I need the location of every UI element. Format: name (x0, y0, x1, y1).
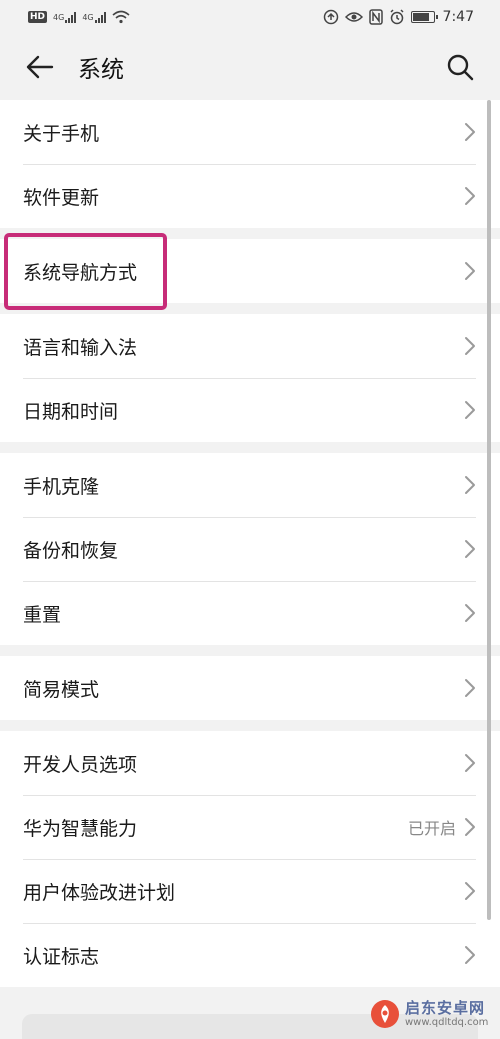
settings-item[interactable]: 华为智慧能力 已开启 (0, 795, 500, 859)
network-label-1: 4G (53, 12, 65, 22)
settings-item-label: 华为智慧能力 (23, 817, 138, 840)
data-saver-icon (323, 9, 339, 25)
watermark-name: 启东安卓网 (405, 999, 486, 1018)
signal-icon-1: 4G (53, 11, 77, 23)
settings-item[interactable]: 语言和输入法 (0, 314, 500, 378)
settings-item[interactable]: 软件更新 (0, 164, 500, 228)
settings-group: 开发人员选项 华为智慧能力 已开启用户体验改进计划 认证标志 (0, 731, 500, 987)
settings-item-value: 已开启 (407, 819, 456, 838)
settings-item[interactable]: 开发人员选项 (0, 731, 500, 795)
eye-comfort-icon (344, 10, 363, 24)
settings-group: 系统导航方式 (0, 239, 500, 303)
group-divider (0, 303, 500, 314)
app-bar: 系统 (0, 34, 500, 100)
wifi-icon (112, 10, 130, 24)
battery-icon (410, 11, 438, 23)
settings-item-label: 日期和时间 (23, 400, 119, 423)
settings-item-label: 认证标志 (23, 945, 100, 968)
group-divider (0, 228, 500, 239)
settings-group: 关于手机 软件更新 (0, 100, 500, 228)
back-button[interactable] (20, 47, 60, 87)
chevron-right-icon (464, 261, 476, 281)
chevron-right-icon (464, 678, 476, 698)
settings-item-label: 用户体验改进计划 (23, 881, 176, 904)
search-icon (447, 54, 474, 81)
network-label-2: 4G (82, 12, 94, 22)
chevron-right-icon (464, 475, 476, 495)
status-bar: HD 4G 4G 7:47 (0, 0, 500, 34)
group-divider (0, 442, 500, 453)
group-divider (0, 645, 500, 656)
watermark-logo-icon (371, 1000, 399, 1028)
alarm-icon (389, 9, 405, 25)
chevron-right-icon (464, 753, 476, 773)
settings-item-label: 简易模式 (23, 678, 100, 701)
settings-item-label: 关于手机 (23, 122, 100, 145)
nfc-icon (368, 9, 383, 25)
settings-group: 简易模式 (0, 656, 500, 720)
settings-group: 语言和输入法 日期和时间 (0, 314, 500, 442)
settings-item[interactable]: 手机克隆 (0, 453, 500, 517)
signal-icon-2: 4G (82, 11, 106, 23)
scrollbar[interactable] (487, 100, 491, 920)
chevron-right-icon (464, 336, 476, 356)
settings-list: 关于手机 软件更新 系统导航方式 语言和输入法 日期和时间 手机克隆 备份和恢复 重置 简易模式… (0, 100, 500, 987)
chevron-right-icon (464, 122, 476, 142)
settings-item-label: 开发人员选项 (23, 753, 138, 776)
chevron-right-icon (464, 539, 476, 559)
search-button[interactable] (440, 47, 480, 87)
settings-item[interactable]: 系统导航方式 (0, 239, 500, 303)
chevron-right-icon (464, 603, 476, 623)
chevron-right-icon (464, 400, 476, 420)
page-title: 系统 (78, 57, 124, 83)
arrow-left-icon (26, 55, 54, 79)
hd-badge: HD (28, 11, 48, 23)
settings-item-label: 软件更新 (23, 186, 100, 209)
status-right: 7:47 (323, 9, 474, 25)
settings-item[interactable]: 关于手机 (0, 100, 500, 164)
chevron-right-icon (464, 945, 476, 965)
group-divider (0, 720, 500, 731)
settings-item-label: 语言和输入法 (23, 336, 138, 359)
status-time: 7:47 (442, 9, 474, 25)
watermark-url: www.qdltdq.com (405, 1016, 489, 1028)
settings-item[interactable]: 认证标志 (0, 923, 500, 987)
settings-item-label: 备份和恢复 (23, 539, 119, 562)
settings-item-label: 系统导航方式 (23, 261, 138, 284)
settings-item-label: 手机克隆 (23, 475, 100, 498)
settings-group: 手机克隆备份和恢复重置 (0, 453, 500, 645)
chevron-right-icon (464, 817, 476, 837)
status-left: HD 4G 4G (28, 10, 130, 24)
chevron-right-icon (464, 881, 476, 901)
settings-item-label: 重置 (23, 603, 62, 626)
settings-item[interactable]: 日期和时间 (0, 378, 500, 442)
settings-item[interactable]: 重置 (0, 581, 500, 645)
settings-item[interactable]: 简易模式 (0, 656, 500, 720)
watermark: 启东安卓网 www.qdltdq.com (370, 992, 496, 1036)
settings-item[interactable]: 备份和恢复 (0, 517, 500, 581)
settings-item[interactable]: 用户体验改进计划 (0, 859, 500, 923)
chevron-right-icon (464, 186, 476, 206)
